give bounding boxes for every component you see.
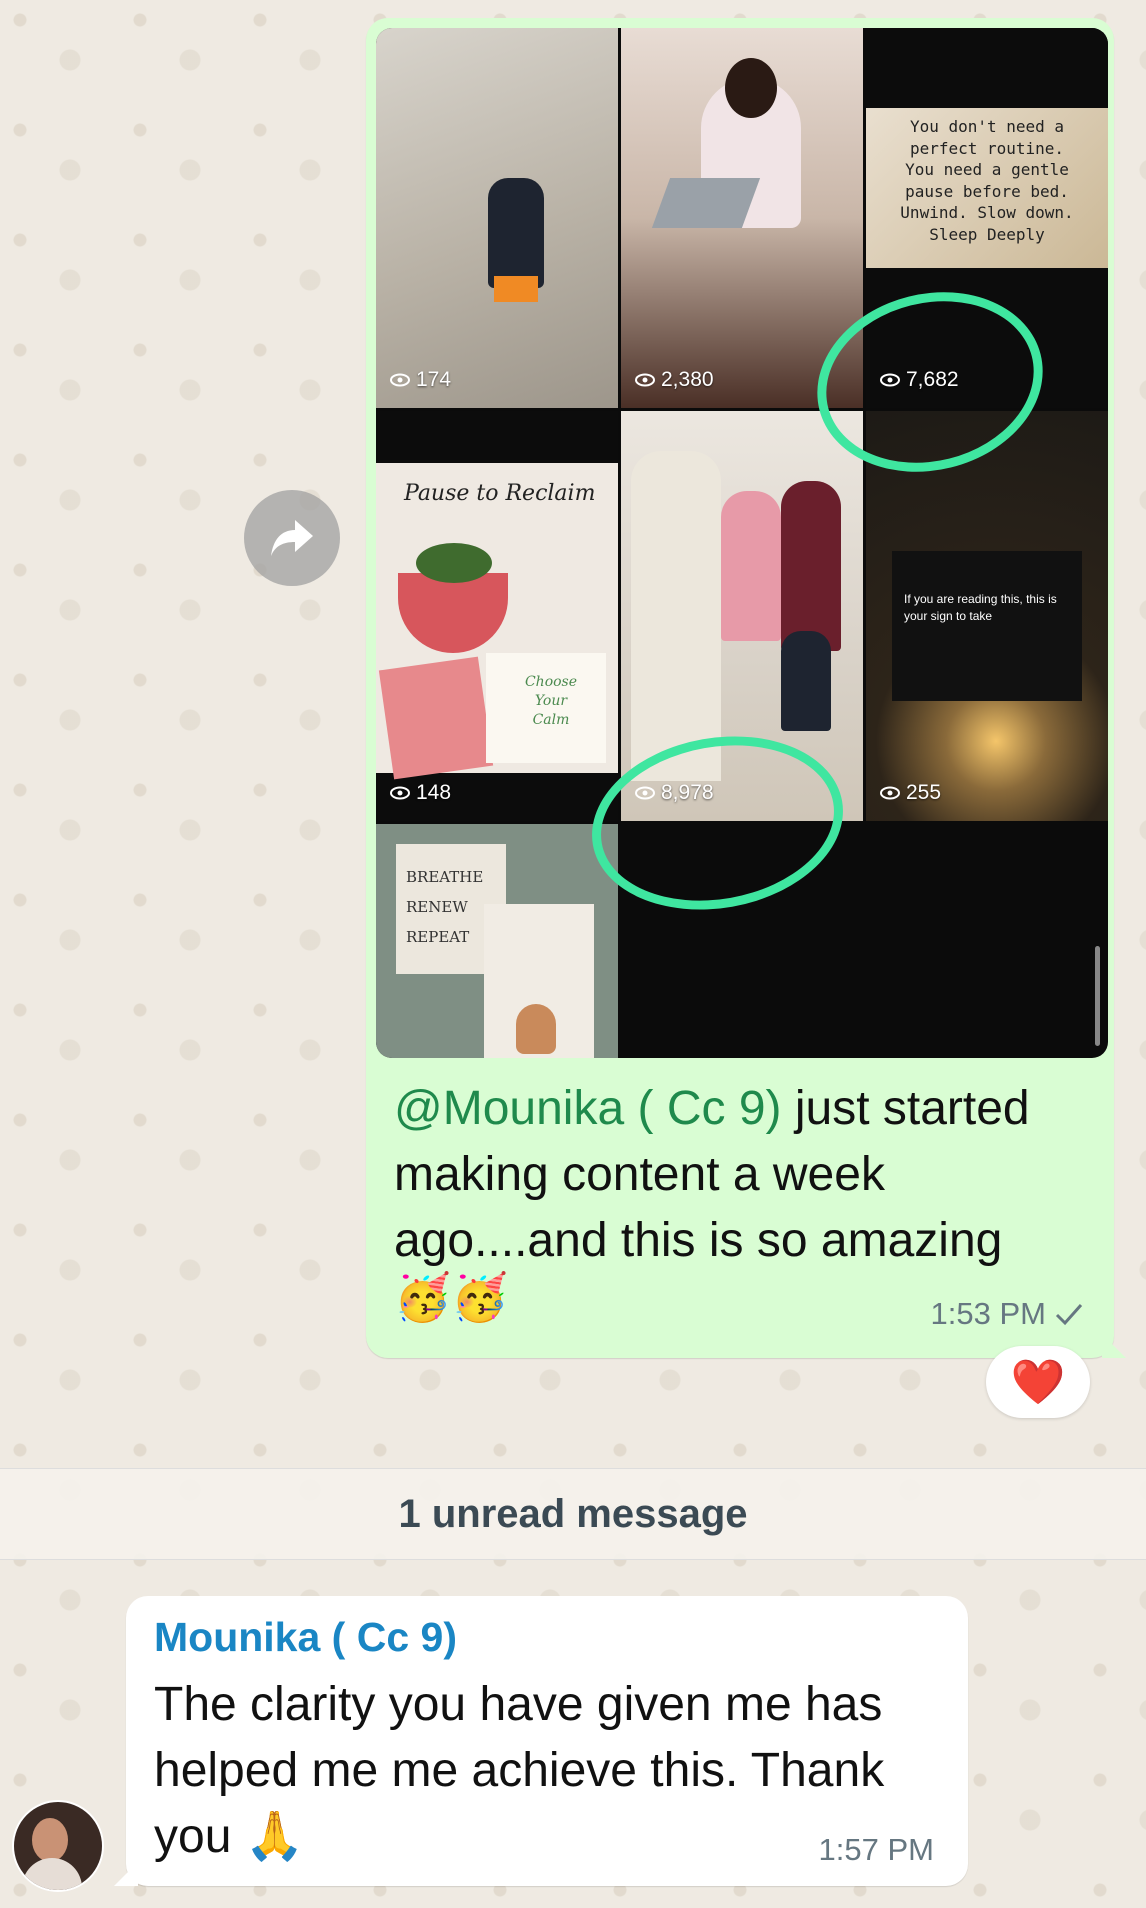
eye-icon [635,373,655,387]
plant-pot [398,573,508,653]
view-count: 2,380 [635,368,714,392]
avatar-body [22,1858,82,1890]
avatar[interactable] [12,1800,104,1892]
eye-icon [880,786,900,800]
forward-button[interactable] [244,490,340,586]
sent-message-bubble[interactable]: 174 2,380 You don't need a perfect routi… [366,18,1126,1358]
video-tile[interactable]: 174 [376,28,618,408]
video-tile[interactable]: 2,380 [621,28,863,408]
plant-leaves [416,543,492,583]
child-figure [488,178,544,288]
laptop [651,178,761,228]
view-count: 174 [390,368,451,392]
woman-figure [721,491,781,641]
woman-head [725,58,777,118]
emoji-row: 🥳🥳 [394,1271,509,1323]
forward-arrow-icon [271,520,313,556]
avatar-face [32,1818,68,1862]
scroll-indicator [1095,946,1100,1046]
breathe-text: BREATHE RENEW REPEAT [406,868,484,946]
video-tile[interactable]: Pause to Reclaim Choose Your Calm 148 [376,411,618,821]
reaction-badge[interactable]: ❤️ [986,1346,1090,1418]
journal-text: Choose Your Calm [524,674,578,728]
man-figure [631,451,721,781]
timestamp: 1:57 PM [818,1832,934,1867]
timestamp: 1:53 PM [930,1296,1046,1331]
received-message-bubble[interactable]: Mounika ( Cc 9) The clarity you have giv… [114,1596,968,1886]
sign-text-box: If you are reading this, this is your si… [892,551,1082,701]
unread-divider: 1 unread message [0,1468,1146,1560]
sender-name[interactable]: Mounika ( Cc 9) [154,1614,457,1661]
girl-figure [781,481,841,651]
pause-title: Pause to Reclaim [404,481,596,506]
eye-icon [390,786,410,800]
child-shorts [494,276,538,302]
eye-icon [390,373,410,387]
quote-text: You don't need a perfect routine. You ne… [900,117,1074,244]
vase [516,1004,556,1054]
video-tile[interactable]: BREATHE RENEW REPEAT [376,824,618,1058]
media-image[interactable]: 174 2,380 You don't need a perfect routi… [376,28,1108,1058]
journal-scene: Pause to Reclaim Choose Your Calm [376,463,618,780]
video-tile[interactable]: If you are reading this, this is your si… [866,411,1108,821]
view-count: 148 [390,781,451,805]
quote-card-image: You don't need a perfect routine. You ne… [866,108,1108,268]
message-text: @Mounika ( Cc 9) just started making con… [394,1076,1094,1274]
pink-notebook [378,656,494,780]
sign-text: If you are reading this, this is your si… [904,592,1057,623]
heart-icon: ❤️ [1010,1358,1066,1407]
message-meta: 1:53 PM [931,1296,1084,1332]
child-figure [781,631,831,731]
single-check-icon [1055,1304,1083,1326]
unread-label: 1 unread message [398,1491,748,1536]
view-count: 255 [880,781,941,805]
mention-link[interactable]: @Mounika ( Cc 9) [394,1082,782,1135]
